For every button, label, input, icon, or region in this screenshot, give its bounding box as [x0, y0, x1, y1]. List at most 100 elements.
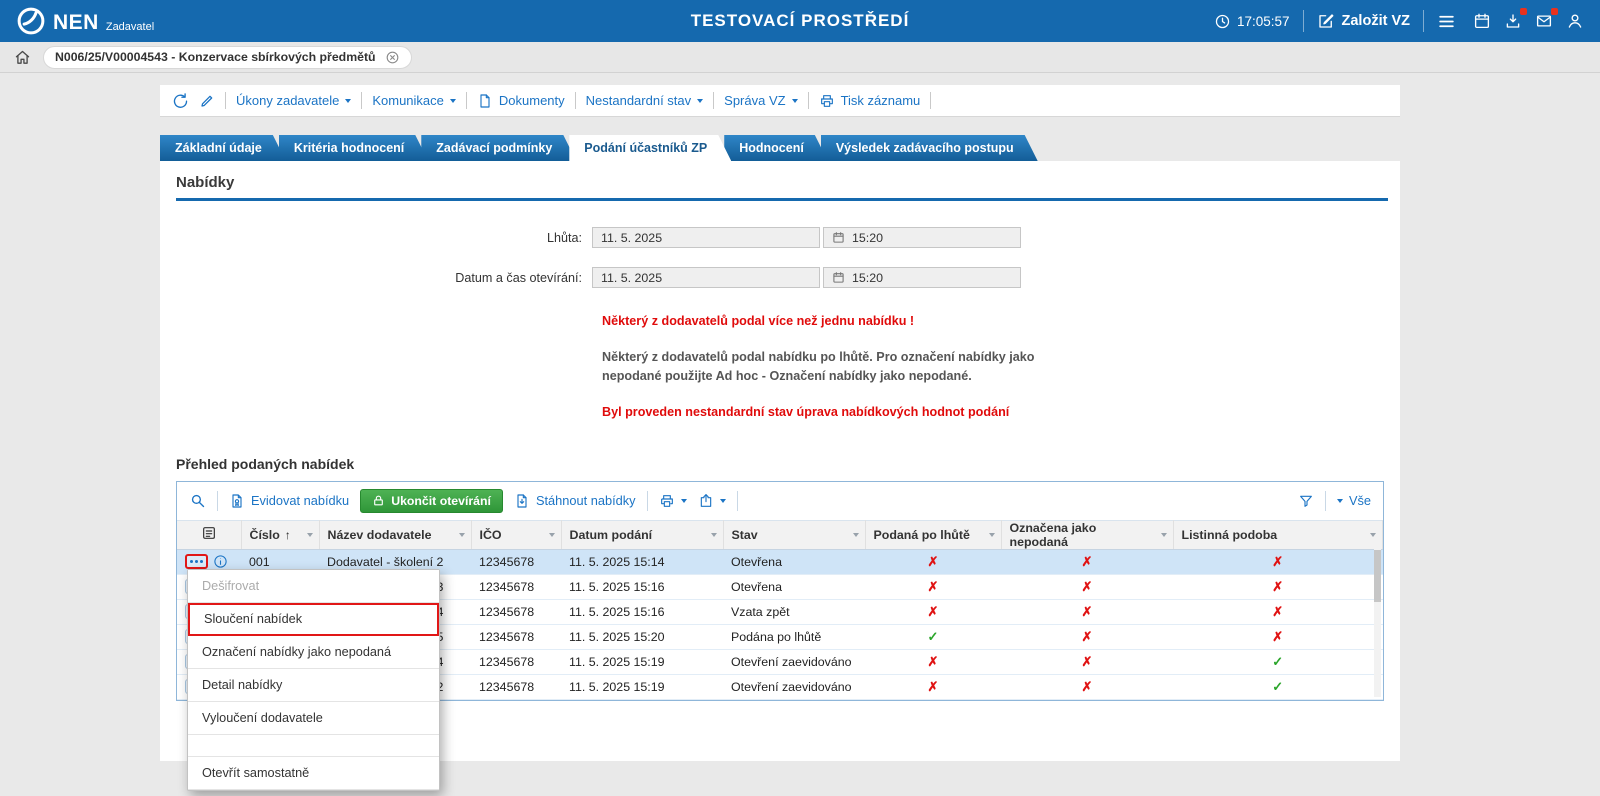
- menu-item-otevrit-samostatne[interactable]: Otevřít samostatně: [188, 756, 439, 790]
- check-icon: ✓: [1272, 653, 1284, 669]
- record-toolbar: Úkony zadavatele Komunikace Dokumenty Nesta…: [160, 85, 1400, 117]
- toolbar-item-dokumenty[interactable]: Dokumenty: [477, 93, 565, 109]
- session-timer: 17:05:57: [1214, 13, 1290, 30]
- document-icon: [477, 93, 493, 109]
- menu-item-slouceni-nabidek[interactable]: Sloučení nabídek: [188, 602, 439, 636]
- menu-item-detail-nabidky[interactable]: Detail nabídky: [188, 668, 439, 702]
- lock-icon: [372, 494, 385, 507]
- chevron-down-icon: [719, 498, 726, 503]
- toolbar-item-komunikace[interactable]: Komunikace: [372, 93, 456, 108]
- cell-ico: 12345678: [471, 574, 561, 600]
- cell-late: ✗: [865, 574, 1001, 600]
- cell-date-submitted: 11. 5. 2025 15:16: [561, 599, 723, 625]
- filter-caret-icon[interactable]: [548, 532, 555, 537]
- nen-logo[interactable]: NEN Zadavatel: [16, 6, 154, 37]
- check-icon: ✓: [1272, 678, 1284, 694]
- filter-caret-icon[interactable]: [710, 532, 717, 537]
- record-toolbar-items: Úkony zadavatele Komunikace Dokumenty Nesta…: [236, 92, 932, 109]
- vertical-scrollbar[interactable]: [1374, 548, 1381, 697]
- row-actions-button[interactable]: [185, 554, 208, 570]
- divider: [465, 92, 467, 109]
- print-grid-button[interactable]: [659, 493, 687, 509]
- toolbar-item-ukony-zadavatele[interactable]: Úkony zadavatele: [236, 93, 352, 108]
- profile-button[interactable]: [1566, 12, 1584, 30]
- deadline-date-field[interactable]: 11. 5. 2025: [592, 227, 820, 248]
- cell-date-submitted: 11. 5. 2025 15:16: [561, 574, 723, 600]
- cell-status: Otevření zaevidováno: [723, 674, 865, 700]
- breadcrumb-record-tab[interactable]: N006/25/V00004543 - Konzervace sbírkovýc…: [43, 45, 412, 69]
- cell-paper-form: ✗: [1173, 599, 1383, 625]
- calendar-icon: [832, 271, 845, 284]
- tab-podani-ucastniku-zp[interactable]: Podání účastníků ZP: [569, 135, 731, 161]
- download-offers-button[interactable]: Stáhnout nabídky: [514, 493, 636, 509]
- column-header-oznacena-jako-nepodana[interactable]: Označena jako nepodaná: [1001, 519, 1174, 550]
- filter-caret-icon[interactable]: [306, 532, 313, 537]
- calendar-icon: [832, 231, 845, 244]
- filter-caret-icon[interactable]: [458, 532, 465, 537]
- export-grid-button[interactable]: [698, 493, 726, 509]
- deadline-time-field[interactable]: 15:20: [823, 227, 1021, 248]
- column-header-datum-podani[interactable]: Datum podání: [561, 519, 724, 550]
- opening-date-field[interactable]: 11. 5. 2025: [592, 267, 820, 288]
- filter-caret-icon[interactable]: [1370, 532, 1376, 537]
- grid-settings-header[interactable]: [177, 519, 242, 550]
- menu-item-vylouceni-dodavatele[interactable]: Vyloučení dodavatele: [188, 701, 439, 735]
- scrollbar-thumb[interactable]: [1374, 549, 1381, 602]
- search-icon[interactable]: [189, 492, 206, 509]
- breadcrumb: N006/25/V00004543 - Konzervace sbírkovýc…: [0, 42, 1600, 73]
- info-icon[interactable]: [213, 554, 228, 569]
- menu-item-oznaceni-nabidky-jako-nepodana[interactable]: Označení nabídky jako nepodaná: [188, 635, 439, 669]
- menu-item-desifrovat: Dešifrovat: [188, 569, 439, 603]
- downloads-button[interactable]: [1504, 8, 1527, 30]
- cell-ico: 12345678: [471, 549, 561, 575]
- cell-late: ✗: [865, 674, 1001, 700]
- column-header-stav[interactable]: Stav: [723, 519, 866, 550]
- toolbar-item-nestandardni-stav[interactable]: Nestandardní stav: [586, 93, 704, 108]
- view-all-dropdown[interactable]: Vše: [1336, 493, 1371, 508]
- calendar-button[interactable]: [1473, 12, 1491, 30]
- tab-hodnoceni[interactable]: Hodnocení: [724, 135, 828, 161]
- cross-icon: ✗: [1081, 653, 1093, 669]
- cross-icon: ✗: [1081, 628, 1093, 644]
- toolbar-item-sprava-vz[interactable]: Správa VZ: [724, 93, 798, 108]
- tab-zadavaci-podminky[interactable]: Zadávací podmínky: [421, 135, 576, 161]
- column-header-listinna-podoba[interactable]: Listinná podoba: [1173, 519, 1383, 550]
- create-vz-button[interactable]: Založit VZ: [1317, 12, 1410, 30]
- tab-zakladni-udaje[interactable]: Základní údaje: [160, 135, 286, 161]
- cross-icon: ✗: [927, 678, 939, 694]
- cross-icon: ✗: [1081, 578, 1093, 594]
- logo-subtitle: Zadavatel: [105, 20, 155, 33]
- opening-time-field[interactable]: 15:20: [823, 267, 1021, 288]
- divider: [1324, 490, 1326, 511]
- undo-icon[interactable]: [172, 92, 189, 109]
- tab-kriteria-hodnoceni[interactable]: Kritéria hodnocení: [279, 135, 428, 161]
- cell-marked-not-submitted: ✗: [1001, 674, 1173, 700]
- cross-icon: ✗: [1272, 553, 1284, 569]
- filter-caret-icon[interactable]: [852, 532, 859, 537]
- cross-icon: ✗: [1272, 628, 1284, 644]
- cell-ico: 12345678: [471, 674, 561, 700]
- finish-opening-button[interactable]: Ukončit otevírání: [360, 488, 503, 513]
- cross-icon: ✗: [1081, 603, 1093, 619]
- chevron-down-icon: [1336, 498, 1343, 503]
- filter-caret-icon[interactable]: [1160, 532, 1167, 537]
- column-header-cislo[interactable]: Číslo ↑: [241, 519, 320, 550]
- toolbar-item-tisk-zaznamu[interactable]: Tisk záznamu: [819, 93, 920, 109]
- cell-marked-not-submitted: ✗: [1001, 599, 1173, 625]
- main-menu-button[interactable]: [1437, 12, 1456, 31]
- filter-icon[interactable]: [1298, 493, 1314, 509]
- register-offer-button[interactable]: Evidovat nabídku: [229, 493, 349, 509]
- main-card: Nabídky Lhůta: 11. 5. 2025 15:20 Datum a…: [160, 161, 1400, 791]
- filter-caret-icon[interactable]: [988, 532, 995, 537]
- messages-button[interactable]: [1535, 8, 1558, 30]
- sort-asc-icon: ↑: [284, 527, 291, 542]
- column-header-nazev-dodavatele[interactable]: Název dodavatele: [319, 519, 472, 550]
- tab-vysledek-zadavaciho-postupu[interactable]: Výsledek zadávacího postupu: [821, 135, 1038, 161]
- home-icon[interactable]: [14, 49, 31, 66]
- close-icon[interactable]: [385, 50, 400, 65]
- column-header-ico[interactable]: IČO: [471, 519, 562, 550]
- clock-icon: [1214, 13, 1231, 30]
- edit-pencil-icon[interactable]: [199, 93, 215, 109]
- cell-paper-form: ✗: [1173, 574, 1383, 600]
- column-header-podana-po-lhute[interactable]: Podaná po lhůtě: [865, 519, 1002, 550]
